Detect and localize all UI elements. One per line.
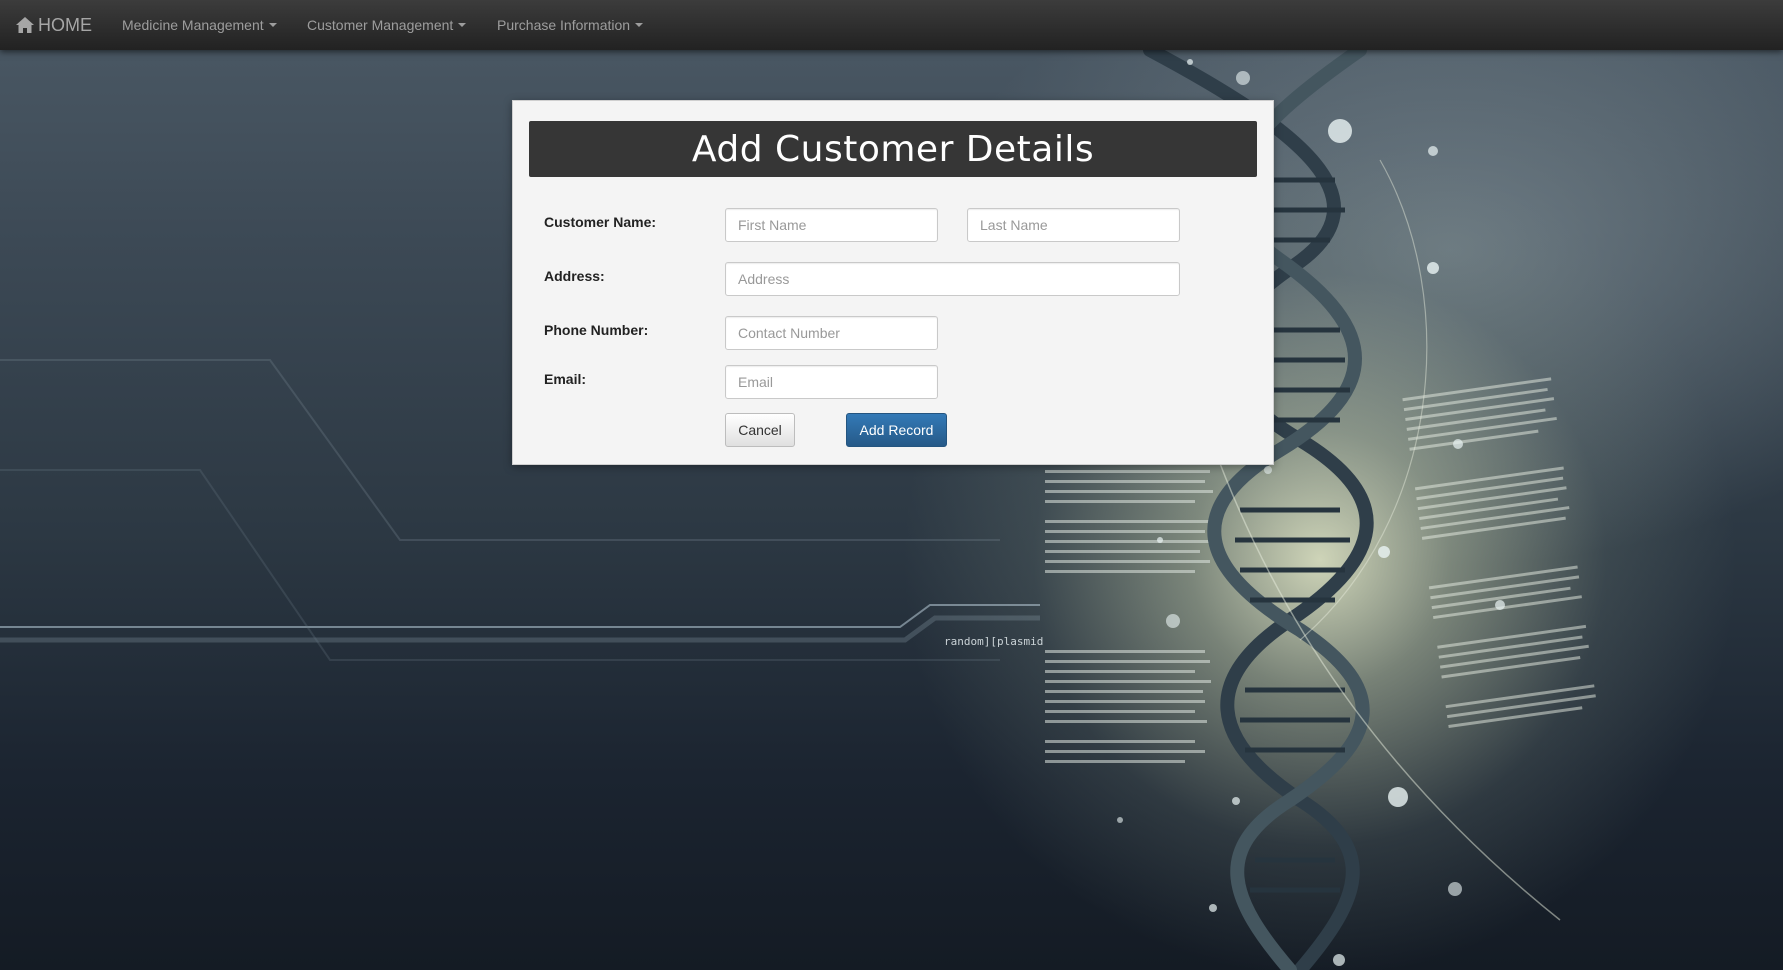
first-name-input[interactable] — [725, 208, 938, 242]
last-name-input[interactable] — [967, 208, 1180, 242]
form-header: Add Customer Details — [529, 121, 1257, 177]
home-icon — [16, 17, 34, 33]
home-label: HOME — [38, 14, 92, 35]
customer-name-label: Customer Name: — [544, 214, 657, 230]
cancel-button[interactable]: Cancel — [725, 413, 795, 447]
nav-customer-management[interactable]: Customer Management — [307, 0, 467, 50]
email-input[interactable] — [725, 365, 938, 399]
add-customer-form: Add Customer Details Customer Name: Addr… — [512, 100, 1274, 465]
email-label: Email: — [544, 371, 587, 387]
address-label: Address: — [544, 268, 605, 284]
form-title: Add Customer Details — [691, 128, 1095, 170]
caret-down-icon — [268, 23, 277, 27]
address-input[interactable] — [725, 262, 1180, 296]
phone-number-label: Phone Number: — [544, 322, 649, 338]
caret-down-icon — [458, 23, 467, 27]
nav-purchase-information[interactable]: Purchase Information — [497, 0, 644, 50]
page: random][plasmid HOME Medicine Management… — [0, 0, 1783, 970]
home-link[interactable]: HOME — [15, 0, 92, 50]
caret-down-icon — [635, 23, 644, 27]
nav-medicine-management[interactable]: Medicine Management — [122, 0, 277, 50]
contact-number-input[interactable] — [725, 316, 938, 350]
add-record-button[interactable]: Add Record — [846, 413, 947, 447]
nav-label: Customer Management — [307, 17, 454, 33]
nav-label: Medicine Management — [122, 17, 264, 33]
watermark-text: random][plasmid — [944, 635, 1043, 648]
top-navbar: HOME Medicine Management Customer Manage… — [0, 0, 1783, 50]
nav-label: Purchase Information — [497, 17, 631, 33]
